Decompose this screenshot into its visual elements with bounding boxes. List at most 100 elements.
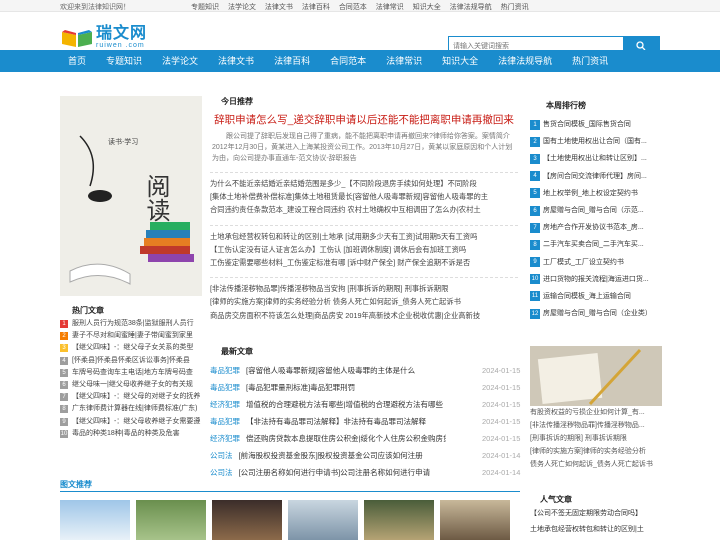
top-link[interactable]: 法律常识 [376, 4, 404, 11]
top-link[interactable]: 专题知识 [191, 4, 219, 11]
nav-item[interactable]: 专题知识 [96, 50, 152, 72]
hot-articles: 热门文章 1 服刑人员行为规范38条|监狱服刑人员行 2 妻子不尽对和闺蜜睡|妻子带… [60, 304, 202, 440]
pen-paper-image-icon [530, 346, 662, 406]
link-line[interactable]: [非法传播淫秽物品罪]传播淫秽物品当安拘 [刑事拆诉的期限] 刑事拆诉期限 [210, 282, 518, 295]
ranking-item[interactable]: 7 房地产合作开发协议书范本_房... [530, 219, 662, 236]
link-line[interactable]: 商品房交房面积不符该怎么处理|商品房安 2019年高新技术企业税收优惠|企业高新… [210, 309, 518, 322]
picture-thumb[interactable] [440, 500, 510, 540]
link-line[interactable]: 土地承包经营权转包和转让的区别|土地承 [试用期多少天有工资]试用期5天有工资吗 [210, 230, 518, 243]
picture-thumb[interactable] [364, 500, 434, 540]
ranking-item[interactable]: 9 工厂模式_工厂设立契约书 [530, 254, 662, 271]
list-item[interactable]: 经济犯罪 增值税的合理避税方法有哪些|增值税的合理避税方法有哪些 2024-01-1… [210, 396, 520, 413]
today-recommend: 今日推荐 辞职申请怎么写_递交辞职申请以后还能不能把离职申请再撤回来 跟公司提了… [210, 96, 518, 322]
link-block: [非法传播淫秽物品罪]传播淫秽物品当安拘 [刑事拆诉的期限] 刑事拆诉期限 [律… [210, 277, 518, 322]
ranking-item[interactable]: 8 二手汽车买卖合同_二手汽车买... [530, 236, 662, 253]
link-block: 为什么不能近亲结婚近亲结婚范围是多少_【不同阶段退房手续如何处理】不同阶段 [集… [210, 172, 518, 217]
featured-thumbnail[interactable] [530, 346, 662, 406]
reading-illustration-icon: 读书·学习 阅读 [60, 96, 202, 296]
caption-link[interactable]: 有股资权益的亏损企业如何计算_有... [530, 406, 662, 419]
thumb-captions: 有股资权益的亏损企业如何计算_有... [非法传播淫秽物品罪]传播淫秽物品...… [530, 406, 662, 471]
ranking-item[interactable]: 12 房屋赠与合同_赠与合同（企业类） [530, 305, 662, 322]
top-link[interactable]: 法律法规导航 [450, 4, 492, 11]
ranking-title: 本周排行榜 [546, 101, 586, 110]
link-line[interactable]: 【工伤认定没有证人证言怎么办】工伤认 [加班调休制度] 调休后会有加班工资吗 [210, 243, 518, 256]
hot-articles-title: 热门文章 [72, 306, 104, 315]
ranking-item[interactable]: 3 【土地使用权出让和转让区别】... [530, 150, 662, 167]
site-logo[interactable]: 瑞文网 ruiwen .com [60, 26, 147, 50]
list-item[interactable]: 毒品犯罪 [毒品犯罪量刑标准]毒品犯罪刑罚 2024-01-15 [210, 379, 520, 396]
ranking-item[interactable]: 4 【房间合同交流律师代理】房间... [530, 168, 662, 185]
list-item[interactable]: 1 服刑人员行为规范38条|监狱服刑人员行 [60, 318, 202, 330]
caption-link[interactable]: [非法传播淫秽物品罪]传播淫秽物品... [530, 419, 662, 432]
picture-thumb[interactable] [136, 500, 206, 540]
logo-domain: ruiwen .com [96, 42, 145, 49]
link-line[interactable]: [集体土地补偿费补偿标准]集体土地租赁最长[容留他人吸毒罪新规]容留他人吸毒罪的… [210, 190, 518, 203]
ranking-item[interactable]: 11 运输合同模板_海上运输合同 [530, 288, 662, 305]
link-line[interactable]: [律师的实施方案]律师的实务经验分析 债务人死亡如何起诉_债务人死亡起诉书 [210, 295, 518, 308]
picture-thumb[interactable] [212, 500, 282, 540]
list-item[interactable]: 公司法 [前海股权投资基金股东]股权投资基金公司应该如何注册 2024-01-14 [210, 447, 520, 464]
top-link[interactable]: 法律百科 [302, 4, 330, 11]
banner-big-text: 阅读 [142, 174, 170, 222]
caption-link[interactable]: [律师的实施方案]律师的实务经验分析 [530, 445, 662, 458]
link-block: 土地承包经营权转包和转让的区别|土地承 [试用期多少天有工资]试用期5天有工资吗… [210, 224, 518, 270]
latest-title: 最新文章 [221, 347, 253, 356]
list-item[interactable]: 10 毒品的种类18种|毒品的种类及危害 [60, 428, 202, 440]
list-item[interactable]: 毒品犯罪 【非法持有毒品罪司法解释】非法持有毒品罪司法解释 2024-01-15 [210, 413, 520, 430]
header: 瑞文网 ruiwen .com [0, 12, 720, 56]
ranking-item[interactable]: 2 国有土地使用权出让合同（国有... [530, 133, 662, 150]
list-item[interactable]: 9 【继父四味】-：继父母收养继子女需要遵 [60, 416, 202, 428]
popular-title: 人气文章 [540, 495, 572, 504]
list-item[interactable]: 6 继父母味一|继父母收养继子女的有关规 [60, 379, 202, 391]
top-link[interactable]: 合同范本 [339, 4, 367, 11]
link-line[interactable]: 为什么不能近亲结婚近亲结婚范围是多少_【不同阶段退房手续如何处理】不同阶段 [210, 177, 518, 190]
picture-recommend-title: 图文推荐 [60, 478, 520, 492]
caption-link[interactable]: 债务人死亡如何起诉_债务人死亡起诉书 [530, 458, 662, 471]
today-title: 今日推荐 [221, 97, 253, 106]
list-item[interactable]: 2 妻子不尽对和闺蜜睡|妻子带闺蜜到家里 [60, 330, 202, 342]
list-item[interactable]: 经济犯罪 偿还购房贷款本息提取住房公积金|绥化个人住房公积金购房贷 2024-01-… [210, 430, 520, 447]
list-item[interactable]: 5 车牌号码查询车主电话|地方车牌号码查 [60, 367, 202, 379]
picture-recommend: 图文推荐 [60, 478, 520, 540]
link-line[interactable]: 合同违约责任条款范本_建设工程合同违约 农村土地确权中互相调田了怎么办|农村土 [210, 203, 518, 216]
ranking-item[interactable]: 6 房屋赠与合同_赠与合同（示范... [530, 202, 662, 219]
list-item[interactable]: 7 【继父四味】-：继父母的对继子女的抚养 [60, 391, 202, 403]
list-item[interactable]: 3 【继父四味】-：继父母子女关系的类型 [60, 342, 202, 354]
latest-articles: 最新文章 毒品犯罪 [容留他人吸毒罪新规]容留他人吸毒罪的主体是什么 2024-01… [210, 346, 520, 481]
top-links: 专题知识 法学论文 法律文书 法律百科 合同范本 法律常识 知识大全 法律法规导… [191, 2, 536, 12]
reading-banner-image[interactable]: 读书·学习 阅读 [60, 96, 202, 296]
lead-summary: 跟公司提了辞职后发现自己得了重病，能不能把离职申请再撤回来?律师给你答案。案情简… [212, 133, 513, 162]
nav-item[interactable]: 法律百科 [264, 50, 320, 72]
lead-article-link[interactable]: 辞职申请怎么写_递交辞职申请以后还能不能把离职申请再撤回来 [210, 112, 518, 127]
list-item[interactable]: 4 [怀柔县]怀柔县怀柔区诉讼事务]怀柔县 [60, 355, 202, 367]
top-link[interactable]: 热门资讯 [501, 4, 529, 11]
list-item[interactable]: 毒品犯罪 [容留他人吸毒罪新规]容留他人吸毒罪的主体是什么 2024-01-15 [210, 362, 520, 379]
top-link[interactable]: 法律文书 [265, 4, 293, 11]
nav-item[interactable]: 法律法规导航 [488, 50, 562, 72]
ranking-item[interactable]: 5 地上权举例_地上权设定契约书 [530, 185, 662, 202]
picture-thumb[interactable] [288, 500, 358, 540]
logo-text: 瑞文网 [96, 25, 148, 42]
nav-item[interactable]: 法律常识 [376, 50, 432, 72]
nav-item[interactable]: 法律文书 [208, 50, 264, 72]
list-item[interactable]: 【公司不签无固定期限劳动合同吗】 [530, 506, 662, 522]
list-item[interactable]: 土地承包经营权转包和转让的区别|土 [530, 522, 662, 538]
ranking-item[interactable]: 1 售货合同模板_国际售货合同 [530, 116, 662, 133]
banner-small-text: 读书·学习 [108, 137, 138, 146]
ranking-item[interactable]: 10 进口货物的报关流程|海运进口货... [530, 271, 662, 288]
book-logo-icon [62, 30, 92, 47]
weekly-ranking: 本周排行榜 1 售货合同模板_国际售货合同 2 国有土地使用权出让合同（国有... … [530, 96, 662, 322]
top-link[interactable]: 法学论文 [228, 4, 256, 11]
list-item[interactable]: 8 广东律师费计算器在线|律师费标准(广东) [60, 403, 202, 415]
top-bar: 欢迎来到法律知识网！ 专题知识 法学论文 法律文书 法律百科 合同范本 法律常识… [0, 0, 720, 12]
nav-item[interactable]: 合同范本 [320, 50, 376, 72]
nav-item[interactable]: 知识大全 [432, 50, 488, 72]
top-link[interactable]: 知识大全 [413, 4, 441, 11]
nav-item[interactable]: 法学论文 [152, 50, 208, 72]
welcome-text: 欢迎来到法律知识网！ [60, 4, 130, 11]
link-line[interactable]: 工伤鉴定需要哪些材料_工伤鉴定标准有哪 [诉中财产保全] 财产保全追期不诉是否 [210, 256, 518, 269]
caption-link[interactable]: [刑事拆诉的期限] 刑事拆诉期限 [530, 432, 662, 445]
picture-thumb[interactable] [60, 500, 130, 540]
nav-item[interactable]: 热门资讯 [562, 50, 618, 72]
nav-item-home[interactable]: 首页 [58, 50, 96, 72]
